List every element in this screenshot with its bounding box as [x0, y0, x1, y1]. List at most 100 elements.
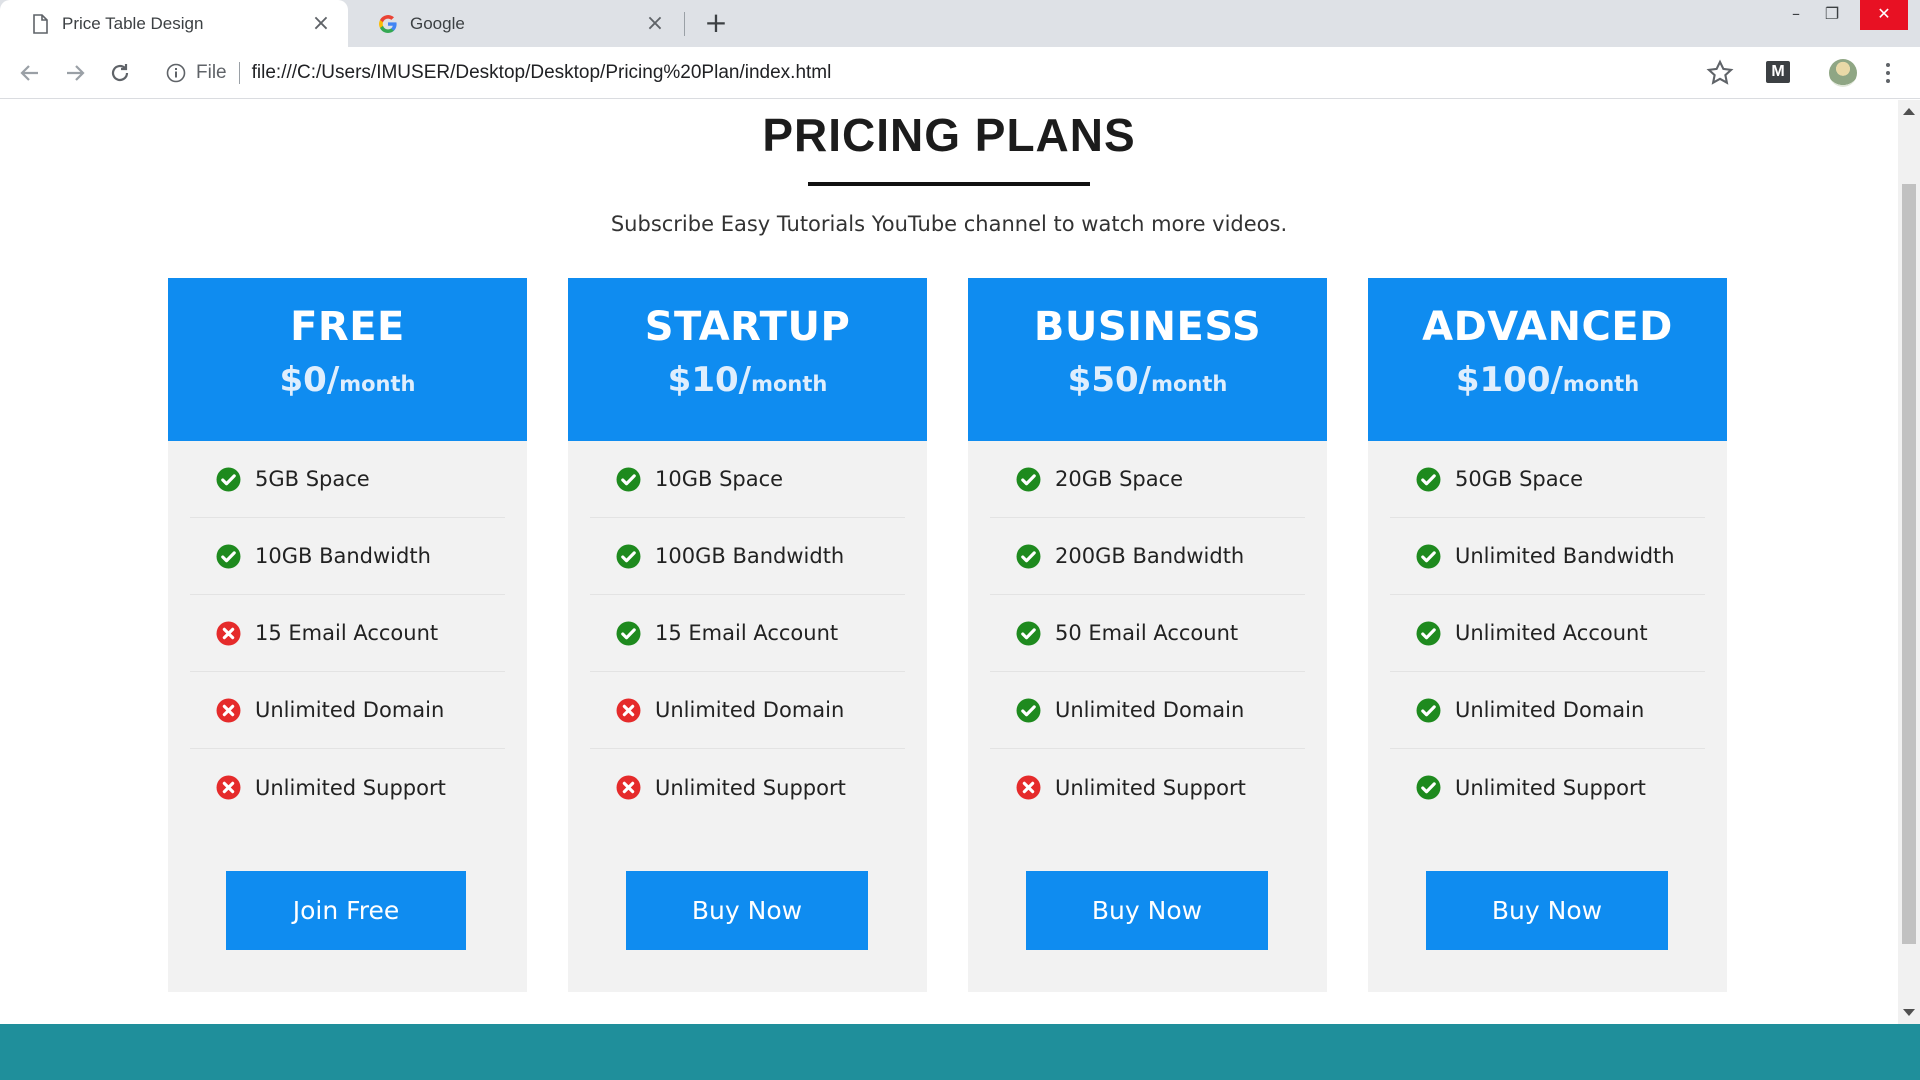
google-icon	[378, 14, 398, 34]
check-circle-icon	[216, 467, 241, 491]
url-text[interactable]: file:///C:/Users/IMUSER/Desktop/Desktop/…	[252, 62, 832, 84]
feature-label: Unlimited Support	[1455, 775, 1646, 800]
price-amount: $10/	[667, 360, 752, 400]
title-underline	[808, 182, 1090, 186]
feature-item: Unlimited Support	[190, 749, 505, 826]
feature-label: Unlimited Support	[655, 775, 846, 800]
plan-price: $10/month	[568, 360, 927, 400]
plan-name: ADVANCED	[1422, 304, 1673, 350]
scroll-up-icon[interactable]	[1903, 108, 1915, 115]
scroll-down-icon[interactable]	[1903, 1009, 1915, 1016]
restore-icon[interactable]: ❐	[1808, 0, 1856, 30]
footer-band	[0, 1024, 1920, 1080]
feature-item: Unlimited Support	[590, 749, 905, 826]
feature-label: Unlimited Support	[1055, 775, 1246, 800]
feature-item: 20GB Space	[990, 441, 1305, 518]
plan-name: BUSINESS	[1033, 304, 1262, 350]
feature-list: 20GB Space 200GB Bandwidth 50 Email Accoun…	[968, 441, 1327, 826]
check-circle-icon	[1416, 467, 1441, 491]
close-tab-icon[interactable]: ×	[644, 12, 666, 35]
feature-label: Unlimited Bandwidth	[1455, 544, 1675, 568]
feature-label: Unlimited Support	[255, 775, 446, 800]
buy-now-button[interactable]: Buy Now	[1026, 871, 1268, 950]
feature-item: 200GB Bandwidth	[990, 518, 1305, 595]
feature-item: 15 Email Account	[190, 595, 505, 672]
plan-name: STARTUP	[644, 304, 851, 350]
info-icon	[166, 63, 186, 83]
feature-item: 50 Email Account	[990, 595, 1305, 672]
tab-title: Google	[410, 13, 465, 33]
feature-item: 10GB Bandwidth	[190, 518, 505, 595]
url-scheme: File	[196, 62, 227, 83]
pricing-card-free: FREE $0/month 5GB Space 10GB Bandwidth 15 Em…	[168, 278, 527, 992]
reload-icon	[111, 64, 129, 82]
check-circle-icon	[616, 467, 641, 491]
feature-item: Unlimited Support	[1390, 749, 1705, 826]
new-tab-button[interactable]: +	[700, 8, 732, 40]
back-button[interactable]	[14, 57, 46, 89]
feature-label: 10GB Bandwidth	[255, 544, 431, 568]
bookmark-star-icon[interactable]	[1706, 59, 1734, 87]
check-circle-icon	[1416, 698, 1441, 722]
pricing-card-business: BUSINESS $50/month 20GB Space 200GB Bandwid…	[968, 278, 1327, 992]
tab-google[interactable]: Google ×	[348, 0, 682, 47]
feature-label: 50GB Space	[1455, 467, 1584, 491]
feature-label: 20GB Space	[1055, 467, 1184, 491]
browser-menu-icon[interactable]	[1876, 57, 1900, 89]
check-circle-icon	[1016, 544, 1041, 568]
feature-label: 10GB Space	[655, 467, 784, 491]
close-tab-icon[interactable]: ×	[310, 12, 332, 35]
check-circle-icon	[1416, 621, 1441, 645]
tab-price-table-design[interactable]: Price Table Design ×	[0, 0, 348, 47]
price-period: month	[751, 372, 828, 396]
feature-item: 15 Email Account	[590, 595, 905, 672]
feature-item: 100GB Bandwidth	[590, 518, 905, 595]
price-amount: $100/	[1455, 360, 1563, 400]
check-circle-icon	[616, 621, 641, 645]
card-header: BUSINESS $50/month	[968, 278, 1327, 441]
feature-item: Unlimited Bandwidth	[1390, 518, 1705, 595]
check-circle-icon	[1016, 467, 1041, 491]
check-circle-icon	[1416, 775, 1441, 800]
join-free-button[interactable]: Join Free	[226, 871, 466, 950]
reload-button[interactable]	[104, 57, 136, 89]
price-period: month	[1151, 372, 1228, 396]
feature-label: Unlimited Account	[1455, 621, 1648, 645]
back-arrow-icon	[20, 65, 38, 81]
feature-list: 50GB Space Unlimited Bandwidth Unlimited A…	[1368, 441, 1727, 826]
page-subtitle: Subscribe Easy Tutorials YouTube channel…	[610, 212, 1288, 236]
tab-separator	[684, 12, 685, 36]
buy-now-button[interactable]: Buy Now	[1426, 871, 1668, 950]
feature-label: 5GB Space	[255, 467, 370, 491]
forward-button[interactable]	[59, 57, 91, 89]
tab-strip: Price Table Design × Google × + – ❐ ✕	[0, 0, 1920, 47]
page-title: PRICING PLANS	[762, 109, 1136, 161]
feature-item: 50GB Space	[1390, 441, 1705, 518]
scrollbar-thumb[interactable]	[1902, 184, 1916, 944]
feature-item: Unlimited Support	[990, 749, 1305, 826]
url-divider	[238, 62, 240, 84]
profile-avatar[interactable]	[1829, 59, 1857, 87]
address-bar[interactable]: File file:///C:/Users/IMUSER/Desktop/Des…	[152, 53, 1722, 93]
feature-item: 5GB Space	[190, 441, 505, 518]
card-header: FREE $0/month	[168, 278, 527, 441]
extension-m-icon[interactable]: M	[1766, 61, 1790, 83]
cross-circle-icon	[216, 621, 241, 645]
close-window-icon[interactable]: ✕	[1860, 0, 1908, 30]
feature-item: Unlimited Account	[1390, 595, 1705, 672]
vertical-scrollbar[interactable]	[1898, 100, 1920, 1024]
plan-price: $50/month	[968, 360, 1327, 400]
feature-item: Unlimited Domain	[990, 672, 1305, 749]
check-circle-icon	[216, 544, 241, 568]
plan-name: FREE	[290, 304, 405, 350]
feature-item: Unlimited Domain	[590, 672, 905, 749]
feature-label: 50 Email Account	[1055, 621, 1239, 645]
price-amount: $50/	[1067, 360, 1152, 400]
cross-circle-icon	[216, 698, 241, 722]
price-amount: $0/	[279, 360, 340, 400]
feature-list: 5GB Space 10GB Bandwidth 15 Email Account U…	[168, 441, 527, 826]
check-circle-icon	[616, 544, 641, 568]
price-period: month	[339, 372, 416, 396]
feature-label: 200GB Bandwidth	[1055, 544, 1245, 568]
buy-now-button[interactable]: Buy Now	[626, 871, 868, 950]
